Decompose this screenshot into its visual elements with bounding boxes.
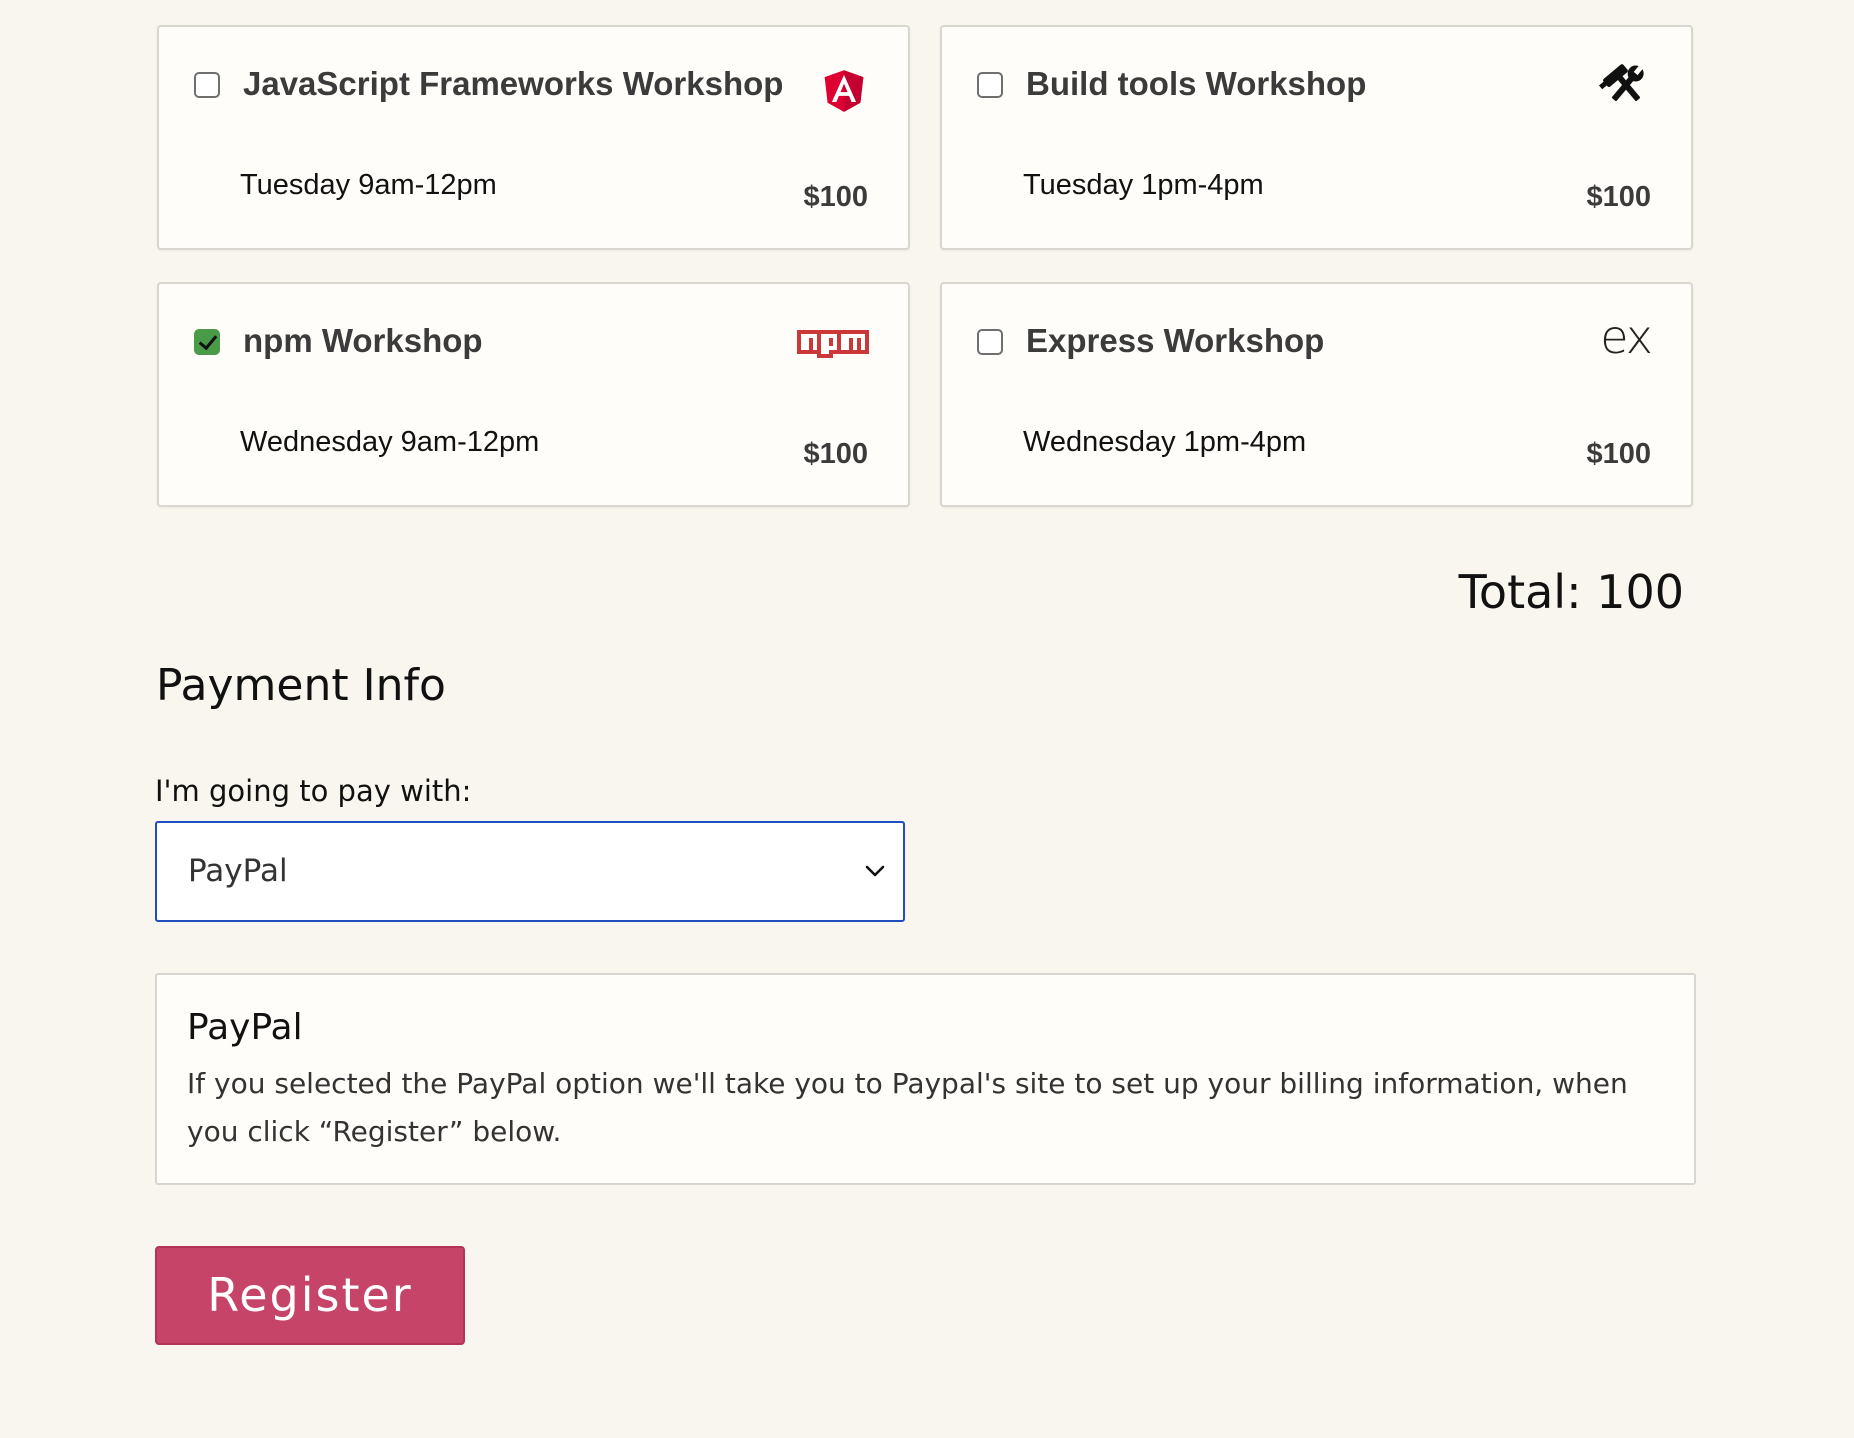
workshop-price: $100 — [1586, 181, 1651, 213]
express-icon: ex — [1600, 310, 1653, 364]
workshop-card-npm[interactable]: npm Workshop Wednesday 9am-12pm $100 — [157, 282, 910, 507]
workshop-checkbox-javascript-frameworks[interactable] — [194, 72, 220, 98]
workshop-checkbox-express[interactable] — [977, 329, 1003, 355]
workshop-time: Wednesday 9am-12pm — [240, 426, 540, 458]
workshop-price: $100 — [803, 181, 868, 213]
workshop-checkbox-build-tools[interactable] — [977, 72, 1003, 98]
workshop-card-express[interactable]: Express Workshop ex Wednesday 1pm-4pm $1… — [940, 282, 1693, 507]
workshop-time: Wednesday 1pm-4pm — [1023, 426, 1307, 458]
payment-method-label: I'm going to pay with: — [155, 774, 472, 808]
workshop-title: JavaScript Frameworks Workshop — [243, 65, 784, 102]
workshop-title: Express Workshop — [1026, 322, 1325, 359]
workshop-price: $100 — [803, 438, 868, 470]
workshop-checkbox-npm[interactable] — [194, 329, 220, 355]
payment-info-heading: Payment Info — [156, 660, 446, 711]
register-button[interactable]: Register — [155, 1246, 465, 1345]
workshop-title: npm Workshop — [243, 322, 483, 359]
tools-icon — [1599, 64, 1644, 102]
workshop-price: $100 — [1586, 438, 1651, 470]
angular-icon — [824, 70, 864, 112]
paypal-info-panel: PayPal If you selected the PayPal option… — [155, 973, 1696, 1185]
npm-icon — [797, 330, 869, 358]
total-cost: Total: 100 — [1458, 565, 1684, 619]
paypal-info-text: If you selected the PayPal option we'll … — [187, 1067, 1628, 1148]
workshop-time: Tuesday 9am-12pm — [240, 169, 497, 201]
payment-method-value: PayPal — [188, 853, 288, 889]
chevron-down-icon — [865, 865, 885, 877]
workshop-time: Tuesday 1pm-4pm — [1023, 169, 1264, 201]
workshop-title: Build tools Workshop — [1026, 65, 1367, 102]
payment-method-select[interactable]: PayPal — [155, 821, 905, 922]
workshop-card-build-tools[interactable]: Build tools Workshop Tuesday 1pm-4pm $10… — [940, 25, 1693, 250]
workshop-card-javascript-frameworks[interactable]: JavaScript Frameworks Workshop Tuesday 9… — [157, 25, 910, 250]
paypal-info-title: PayPal — [187, 1007, 303, 1048]
